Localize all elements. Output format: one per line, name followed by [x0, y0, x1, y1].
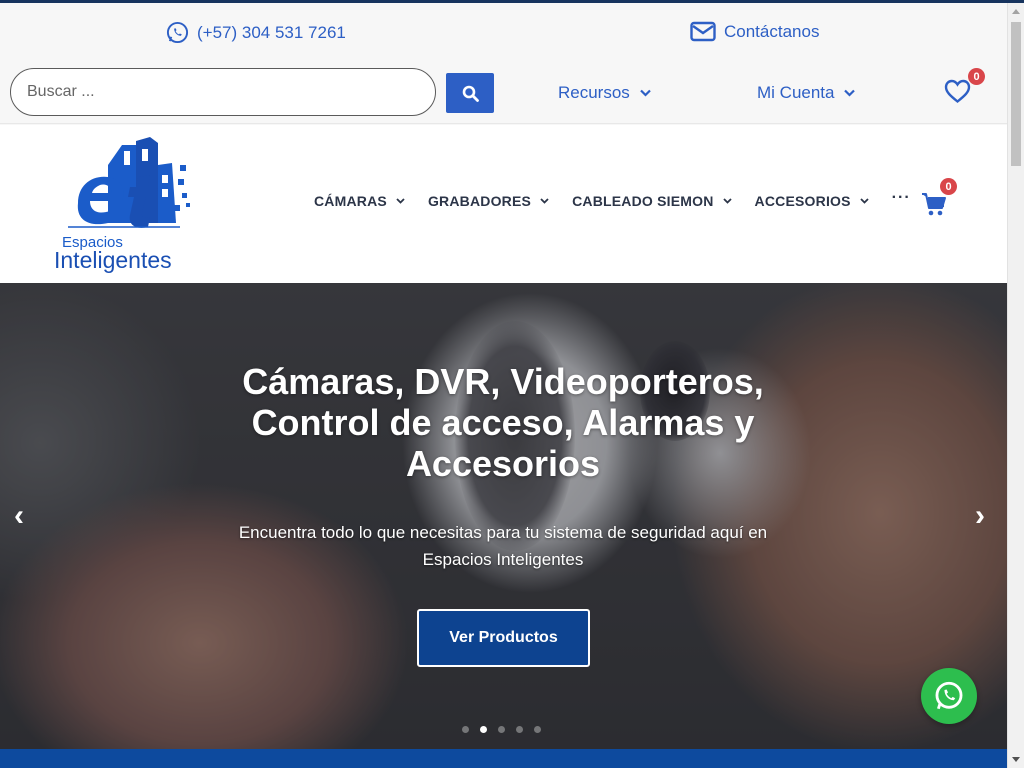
hero-title: Cámaras, DVR, Videoporteros, Control de …: [242, 361, 764, 484]
slider-dots: [462, 726, 541, 733]
chevron-down-icon: [396, 198, 405, 204]
nav-item-accesorios[interactable]: ACCESORIOS: [755, 193, 869, 209]
cart-count-badge: 0: [940, 178, 957, 195]
resources-menu[interactable]: Recursos: [558, 83, 651, 103]
chevron-down-icon: [640, 89, 651, 97]
slider-dot[interactable]: [516, 726, 523, 733]
phone-number: (+57) 304 531 7261: [197, 22, 346, 42]
site-logo[interactable]: Espacios Inteligentes: [50, 135, 202, 273]
nav-label: CÁMARAS: [314, 193, 387, 209]
top-bar: (+57) 304 531 7261 Contáctanos Recursos …: [0, 3, 1007, 124]
slider-dot[interactable]: [462, 726, 469, 733]
scroll-up-icon[interactable]: [1012, 9, 1020, 14]
whatsapp-chat-button[interactable]: [921, 668, 977, 724]
chevron-down-icon: [860, 198, 869, 204]
nav-more-icon[interactable]: ···: [892, 189, 911, 207]
resources-label: Recursos: [558, 83, 630, 102]
hero-slider: Cámaras, DVR, Videoporteros, Control de …: [0, 283, 1007, 749]
account-label: Mi Cuenta: [757, 83, 835, 102]
nav-item-grabadores[interactable]: GRABADORES: [428, 193, 549, 209]
wishlist-button[interactable]: [944, 79, 971, 109]
account-menu[interactable]: Mi Cuenta: [757, 83, 856, 103]
slider-next-icon[interactable]: ›: [975, 499, 985, 533]
hero-overlay: [0, 283, 1007, 749]
espacios-inteligentes-logo: Espacios Inteligentes: [54, 137, 190, 273]
nav-item-camaras[interactable]: CÁMARAS: [314, 193, 405, 209]
chevron-down-icon: [844, 89, 856, 97]
chevron-down-icon: [722, 198, 732, 204]
view-products-button[interactable]: Ver Productos: [417, 609, 590, 667]
nav-item-cableado-siemon[interactable]: CABLEADO SIEMON: [572, 193, 732, 209]
logo-text-inteligentes: Inteligentes: [54, 247, 172, 273]
nav-label: CABLEADO SIEMON: [572, 193, 714, 209]
page-scrollbar[interactable]: [1007, 3, 1024, 768]
search-button[interactable]: [446, 73, 494, 113]
main-header: Espacios Inteligentes CÁMARAS GRABADORES…: [0, 125, 1007, 283]
hero-subtitle: Encuentra todo lo que necesitas para tu …: [238, 523, 768, 569]
slider-prev-icon[interactable]: ‹: [14, 499, 24, 533]
heart-icon: [944, 79, 971, 104]
scroll-down-icon[interactable]: [1012, 757, 1020, 762]
nav-label: ACCESORIOS: [754, 193, 851, 209]
slider-dot[interactable]: [498, 726, 505, 733]
search-icon: [462, 85, 479, 102]
search-box: [10, 68, 436, 116]
slider-dot-active[interactable]: [480, 726, 487, 733]
envelope-icon: [690, 21, 716, 42]
nav-label: GRABADORES: [427, 193, 532, 209]
whatsapp-icon: [166, 21, 189, 44]
phone-link[interactable]: (+57) 304 531 7261: [166, 21, 346, 44]
cart-button[interactable]: [921, 191, 947, 222]
slider-dot[interactable]: [534, 726, 541, 733]
main-nav: CÁMARAS GRABADORES CABLEADO SIEMON ACCES…: [314, 189, 911, 209]
contact-label: Contáctanos: [724, 22, 820, 41]
search-input[interactable]: [11, 69, 435, 115]
cart-icon: [922, 193, 946, 216]
chevron-down-icon: [540, 198, 549, 204]
section-band: [0, 749, 1007, 768]
whatsapp-icon: [935, 681, 963, 710]
wishlist-count-badge: 0: [968, 68, 985, 85]
scroll-thumb[interactable]: [1011, 22, 1021, 166]
contact-link[interactable]: Contáctanos: [690, 21, 819, 43]
